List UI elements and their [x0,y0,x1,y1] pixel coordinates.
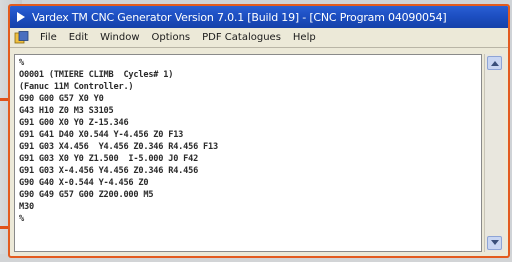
code-line: G90 G00 G57 X0 Y0 [19,94,104,104]
code-line: M30 [19,202,34,212]
document-icon[interactable] [14,31,30,45]
title-bar[interactable]: Vardex TM CNC Generator Version 7.0.1 [B… [10,6,508,28]
menu-file[interactable]: File [34,32,63,43]
vertical-scrollbar[interactable] [484,54,504,252]
app-window: Vardex TM CNC Generator Version 7.0.1 [B… [8,4,510,258]
code-line: G90 G49 G57 G00 Z200.000 M5 [19,190,154,200]
code-line: G90 G40 X-0.544 Y-4.456 Z0 [19,178,149,188]
scroll-up-arrow-icon[interactable] [487,56,502,70]
code-line: % [19,58,24,68]
code-line: G91 G41 D40 X0.544 Y-4.456 Z0 F13 [19,130,184,140]
menu-options[interactable]: Options [146,32,197,43]
code-line: O0001 (TMIERE CLIMB Cycles# 1) [19,70,174,80]
code-line: % [19,214,24,224]
menu-window[interactable]: Window [94,32,145,43]
menu-pdf-catalogues[interactable]: PDF Catalogues [196,32,287,43]
menu-help[interactable]: Help [287,32,322,43]
cnc-program-editor[interactable]: % O0001 (TMIERE CLIMB Cycles# 1) (Fanuc … [14,54,482,252]
code-line: G91 G03 X0 Y0 Z1.500 I-5.000 J0 F42 [19,154,199,164]
menu-edit[interactable]: Edit [63,32,94,43]
scroll-down-arrow-icon[interactable] [487,236,502,250]
code-line: (Fanuc 11M Controller.) [19,82,134,92]
app-logo-icon[interactable] [14,10,28,24]
menu-bar: File Edit Window Options PDF Catalogues … [10,28,508,48]
code-line: G91 G03 X-4.456 Y4.456 Z0.346 R4.456 [19,166,199,176]
code-line: G43 H10 Z0 M3 S3105 [19,106,114,116]
code-line: G91 G03 X4.456 Y4.456 Z0.346 R4.456 F13 [19,142,218,152]
code-line: G91 G00 X0 Y0 Z-15.346 [19,118,129,128]
window-title: Vardex TM CNC Generator Version 7.0.1 [B… [32,10,447,24]
